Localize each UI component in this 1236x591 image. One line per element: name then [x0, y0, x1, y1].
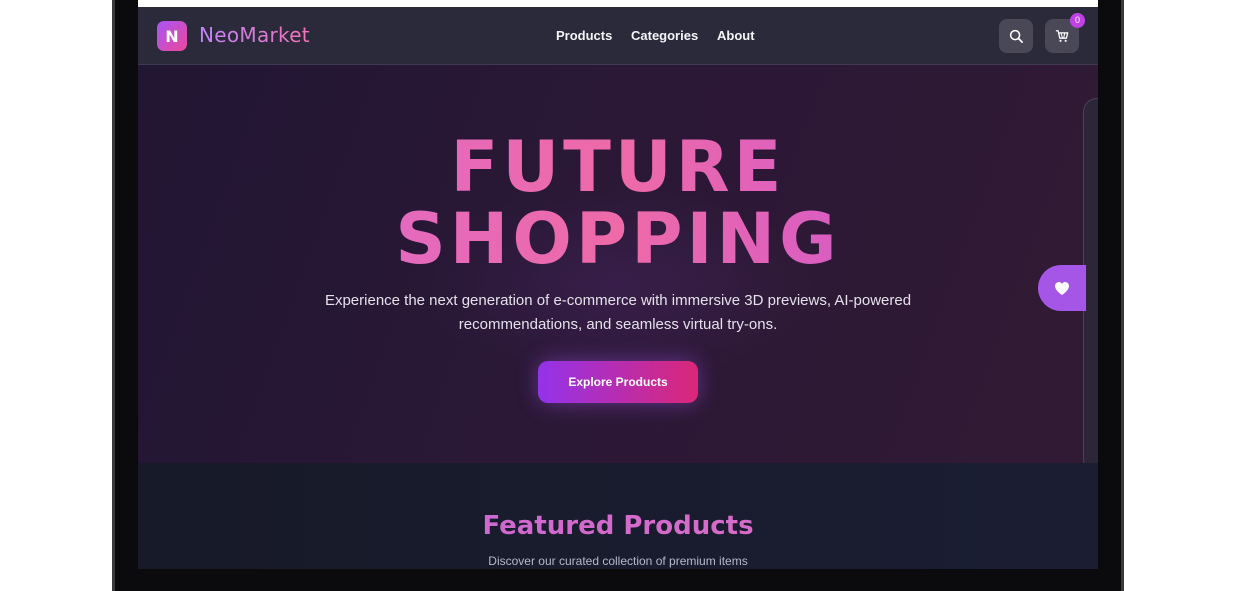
- brand-name[interactable]: NeoMarket: [199, 22, 310, 48]
- favorites-button[interactable]: [1038, 265, 1086, 311]
- search-button[interactable]: [999, 19, 1033, 53]
- hero-section: FUTURE SHOPPING Experience the next gene…: [138, 65, 1098, 463]
- hero-title: FUTURE SHOPPING: [138, 131, 1098, 275]
- nav-link-about[interactable]: About: [717, 27, 767, 45]
- cart-count-badge: 0: [1070, 13, 1085, 28]
- featured-subtitle: Discover our curated collection of premi…: [488, 554, 748, 568]
- logo-letter: N: [165, 26, 179, 46]
- logo-badge[interactable]: N: [157, 21, 187, 51]
- hero-subtitle: Experience the next generation of e-comm…: [288, 289, 948, 337]
- heart-icon: [1055, 281, 1069, 295]
- featured-title: Featured Products: [138, 509, 1098, 543]
- nav-link-categories[interactable]: Categories: [631, 27, 703, 45]
- hero-title-line2: SHOPPING: [395, 198, 841, 280]
- top-strip: [138, 0, 1098, 7]
- navbar: N NeoMarket Products Categories About 0: [138, 7, 1098, 65]
- hero-subtitle-line1: Experience the next generation of e-comm…: [324, 292, 912, 309]
- hero-title-line1: FUTURE: [450, 126, 786, 208]
- search-icon: [1009, 29, 1023, 43]
- hero-subtitle-line2: recommendations, and seamless virtual tr…: [458, 316, 778, 333]
- browser-viewport: N NeoMarket Products Categories About 0: [138, 0, 1098, 569]
- featured-section: Featured Products Discover our curated c…: [138, 463, 1098, 569]
- nav-link-products[interactable]: Products: [556, 27, 616, 45]
- cart-icon: [1055, 30, 1069, 42]
- explore-products-button[interactable]: Explore Products: [538, 361, 698, 403]
